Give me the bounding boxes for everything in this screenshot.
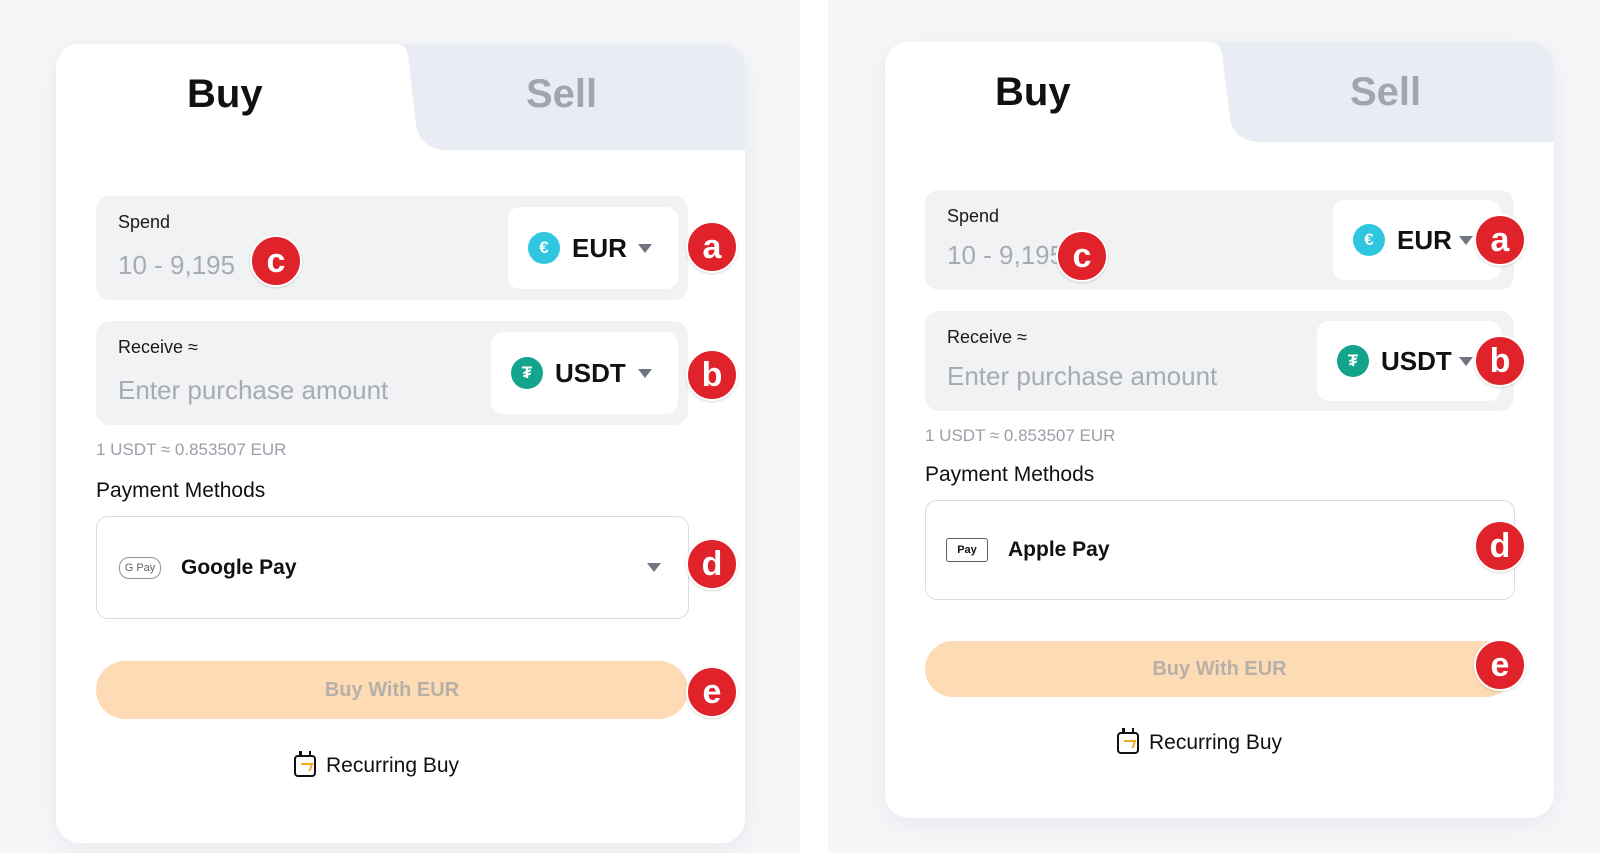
- spend-field[interactable]: Spend 10 - 9,195 € EUR: [96, 196, 688, 300]
- payment-method-name: Google Pay: [181, 556, 297, 579]
- euro-coin-icon: €: [1353, 224, 1385, 256]
- euro-coin-icon: €: [528, 232, 560, 264]
- marker-e: e: [686, 666, 738, 718]
- exchange-rate: 1 USDT ≈ 0.853507 EUR: [96, 440, 287, 459]
- recurring-buy-label: Recurring Buy: [326, 754, 460, 777]
- receive-input[interactable]: Enter purchase amount: [947, 361, 1217, 392]
- apple-pay-icon: Pay: [946, 538, 988, 562]
- recurring-buy-label: Recurring Buy: [1149, 731, 1283, 754]
- tab-bar: Buy Sell: [56, 44, 745, 152]
- right-trade-card: Buy Sell Spend 10 - 9,195 € EUR Receive …: [885, 42, 1554, 818]
- spend-currency-label: EUR: [1397, 224, 1452, 255]
- marker-a: a: [686, 221, 738, 273]
- recurring-buy-link[interactable]: Recurring Buy: [294, 751, 460, 778]
- marker-b: b: [1474, 335, 1526, 387]
- receive-label: Receive ≈: [118, 337, 198, 357]
- payment-method-name: Apple Pay: [1008, 538, 1110, 561]
- marker-c: c: [250, 235, 302, 287]
- chevron-down-icon: [638, 244, 652, 253]
- tab-sell-label[interactable]: Sell: [526, 72, 597, 117]
- receive-label: Receive ≈: [947, 327, 1027, 347]
- tab-buy-shape: [885, 42, 1275, 146]
- spend-currency-label: EUR: [572, 232, 627, 263]
- chevron-down-icon: [638, 369, 652, 378]
- spend-label: Spend: [118, 212, 171, 232]
- left-trade-card: Buy Sell Spend 10 - 9,195 € EUR Receive …: [56, 44, 745, 843]
- receive-currency-label: USDT: [1381, 345, 1452, 376]
- buy-with-eur-button[interactable]: Buy With EUR: [925, 641, 1514, 697]
- marker-d: d: [1474, 520, 1526, 572]
- calendar-icon: [294, 751, 316, 777]
- chevron-down-icon: [1459, 357, 1473, 366]
- spend-field[interactable]: Spend 10 - 9,195 € EUR: [925, 190, 1514, 290]
- marker-b: b: [686, 349, 738, 401]
- recurring-buy-link[interactable]: Recurring Buy: [1117, 728, 1283, 755]
- google-pay-icon: G Pay: [119, 557, 161, 579]
- panel-divider: [800, 0, 828, 853]
- payment-methods-title: Payment Methods: [925, 463, 1095, 486]
- chevron-down-icon: [647, 563, 661, 572]
- marker-a: a: [1474, 214, 1526, 266]
- marker-d: d: [686, 538, 738, 590]
- tether-coin-icon: ₮: [511, 357, 543, 389]
- spend-input[interactable]: 10 - 9,195: [118, 250, 235, 281]
- exchange-rate: 1 USDT ≈ 0.853507 EUR: [925, 426, 1116, 445]
- payment-method-select[interactable]: Pay Apple Pay: [925, 500, 1515, 600]
- tab-buy[interactable]: Buy: [187, 72, 263, 117]
- receive-field[interactable]: Receive ≈ Enter purchase amount ₮ USDT: [96, 321, 688, 425]
- receive-field[interactable]: Receive ≈ Enter purchase amount ₮ USDT: [925, 311, 1514, 411]
- spend-currency-select[interactable]: € EUR: [508, 207, 678, 289]
- tether-coin-icon: ₮: [1337, 345, 1369, 377]
- receive-currency-select[interactable]: ₮ USDT: [491, 332, 678, 414]
- payment-method-select[interactable]: G Pay Google Pay: [96, 516, 689, 619]
- chevron-down-icon: [1459, 236, 1473, 245]
- tab-sell-label[interactable]: Sell: [1350, 70, 1421, 115]
- calendar-icon: [1117, 728, 1139, 754]
- tab-buy[interactable]: Buy: [995, 70, 1071, 115]
- receive-currency-label: USDT: [555, 357, 626, 388]
- receive-input[interactable]: Enter purchase amount: [118, 375, 388, 406]
- spend-label: Spend: [947, 206, 1000, 226]
- buy-with-eur-button[interactable]: Buy With EUR: [96, 661, 688, 719]
- spend-input[interactable]: 10 - 9,195: [947, 240, 1064, 271]
- payment-methods-title: Payment Methods: [96, 479, 266, 502]
- marker-c: c: [1056, 230, 1108, 282]
- marker-e: e: [1474, 639, 1526, 691]
- tab-bar: Buy Sell: [885, 42, 1554, 150]
